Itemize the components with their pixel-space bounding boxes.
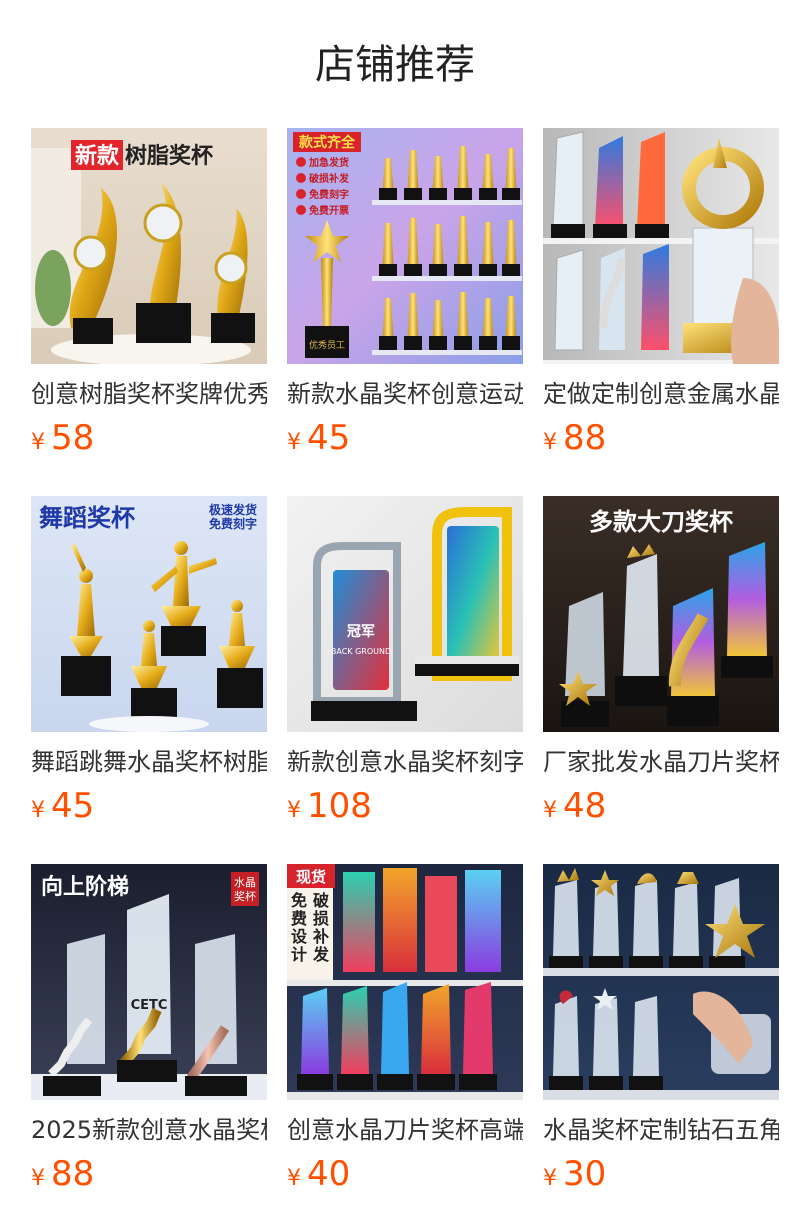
product-image[interactable]: 新款 树脂奖杯 <box>31 128 267 364</box>
price-amount: 58 <box>51 418 95 458</box>
price-amount: 45 <box>51 786 95 826</box>
svg-text:发: 发 <box>312 945 330 964</box>
product-card[interactable]: 舞蹈奖杯 极速发货 免费刻字 舞蹈跳舞水晶奖杯树脂少儿比赛 <box>31 496 267 864</box>
price-amount: 45 <box>307 418 351 458</box>
svg-text:破损补发: 破损补发 <box>309 172 350 185</box>
product-price: ¥88 <box>543 416 606 460</box>
product-card[interactable]: 水晶奖杯定制钻石五角星奖杯 ¥30 <box>543 864 779 1232</box>
svg-text:设: 设 <box>291 927 308 946</box>
price-amount: 108 <box>307 786 372 826</box>
currency-symbol: ¥ <box>31 430 45 455</box>
product-price: ¥58 <box>31 416 94 460</box>
product-card[interactable]: 定做定制创意金属水晶奖杯年会 ¥88 <box>543 128 779 496</box>
price-amount: 48 <box>563 786 607 826</box>
svg-text:现货: 现货 <box>296 868 326 886</box>
svg-text:损: 损 <box>313 909 329 928</box>
currency-symbol: ¥ <box>287 430 301 455</box>
svg-text:水晶: 水晶 <box>234 876 256 889</box>
currency-symbol: ¥ <box>543 430 557 455</box>
svg-text:免费刻字: 免费刻字 <box>209 516 257 531</box>
product-title[interactable]: 新款水晶奖杯创意运动会比赛奖品 <box>287 378 523 410</box>
price-amount: 40 <box>307 1154 351 1194</box>
product-price: ¥45 <box>31 784 94 828</box>
product-price: ¥108 <box>287 784 372 828</box>
svg-text:向上阶梯: 向上阶梯 <box>41 874 129 900</box>
price-amount: 30 <box>563 1154 607 1194</box>
svg-text:补: 补 <box>312 927 329 946</box>
currency-symbol: ¥ <box>287 798 301 823</box>
product-image[interactable]: 款式齐全 加急发货 破损补发 免费刻字 免费开票 优秀员工 <box>287 128 523 364</box>
svg-text:免费刻字: 免费刻字 <box>309 188 349 201</box>
product-image[interactable]: 多款大刀奖杯 <box>543 496 779 732</box>
product-card[interactable]: 现货 免 费 设 计 破 损 补 发 创意水晶刀片奖杯高端 ¥ 40 <box>287 864 523 1232</box>
product-grid: 新款 树脂奖杯 创意树脂奖杯奖牌优秀员工颁奖定制 ¥58 <box>31 128 779 1232</box>
product-image[interactable]: 冠军 BACK GROUND <box>287 496 523 732</box>
svg-text:极速发货: 极速发货 <box>209 502 257 517</box>
product-card[interactable]: 多款大刀奖杯 厂家批发水晶刀片奖杯定制刻字 ¥48 <box>543 496 779 864</box>
svg-text:计: 计 <box>291 945 307 964</box>
svg-text:加急发货: 加急发货 <box>308 156 349 169</box>
currency-symbol: ¥ <box>31 1166 45 1191</box>
currency-symbol: ¥ <box>31 798 45 823</box>
product-card[interactable]: 向上阶梯 水晶 奖杯 CETC 2025新款创意水晶奖杯阶梯定制 ¥88 <box>31 864 267 1232</box>
svg-text:优秀员工: 优秀员工 <box>309 339 345 351</box>
svg-text:CETC: CETC <box>131 998 168 1013</box>
page-title: 店铺推荐 <box>315 42 475 88</box>
product-card[interactable]: 新款 树脂奖杯 创意树脂奖杯奖牌优秀员工颁奖定制 ¥58 <box>31 128 267 496</box>
price-amount: 88 <box>563 418 607 458</box>
product-image[interactable] <box>543 128 779 364</box>
svg-text:破: 破 <box>313 891 329 910</box>
product-image[interactable] <box>543 864 779 1100</box>
product-title[interactable]: 创意水晶刀片奖杯高端定制刻字 <box>287 1114 523 1146</box>
svg-text:新款: 新款 <box>75 143 120 169</box>
svg-text:免: 免 <box>291 891 307 910</box>
svg-text:多款大刀奖杯: 多款大刀奖杯 <box>589 508 733 536</box>
product-card[interactable]: 款式齐全 加急发货 破损补发 免费刻字 免费开票 优秀员工 新款水晶奖杯创意运动… <box>287 128 523 496</box>
svg-text:款式齐全: 款式齐全 <box>299 134 356 151</box>
svg-text:奖杯: 奖杯 <box>234 889 256 903</box>
svg-text:树脂奖杯: 树脂奖杯 <box>125 143 213 169</box>
product-title[interactable]: 2025新款创意水晶奖杯阶梯定制 <box>31 1114 267 1146</box>
product-title[interactable]: 新款创意水晶奖杯刻字定制冠军 <box>287 746 523 778</box>
product-price: ¥45 <box>287 416 350 460</box>
svg-text:费: 费 <box>291 909 307 928</box>
product-price: ¥40 <box>287 1152 350 1196</box>
product-price: ¥88 <box>31 1152 94 1196</box>
svg-text:BACK GROUND: BACK GROUND <box>331 647 391 656</box>
product-image[interactable]: 现货 免 费 设 计 破 损 补 发 <box>287 864 523 1100</box>
price-amount: 88 <box>51 1154 95 1194</box>
product-image[interactable]: 舞蹈奖杯 极速发货 免费刻字 <box>31 496 267 732</box>
product-title[interactable]: 定做定制创意金属水晶奖杯年会 <box>543 378 779 410</box>
product-card[interactable]: 冠军 BACK GROUND 新款创意水晶奖杯刻字定制冠军 ¥108 <box>287 496 523 864</box>
product-price: ¥30 <box>543 1152 606 1196</box>
svg-text:舞蹈奖杯: 舞蹈奖杯 <box>39 504 135 532</box>
product-title[interactable]: 水晶奖杯定制钻石五角星奖杯 <box>543 1114 779 1146</box>
product-price: ¥48 <box>543 784 606 828</box>
currency-symbol: ¥ <box>287 1166 301 1191</box>
svg-text:冠军: 冠军 <box>347 624 375 640</box>
product-image[interactable]: 向上阶梯 水晶 奖杯 CETC <box>31 864 267 1100</box>
product-title[interactable]: 创意树脂奖杯奖牌优秀员工颁奖定制 <box>31 378 267 410</box>
currency-symbol: ¥ <box>543 798 557 823</box>
currency-symbol: ¥ <box>543 1166 557 1191</box>
product-title[interactable]: 舞蹈跳舞水晶奖杯树脂少儿比赛 <box>31 746 267 778</box>
svg-text:免费开票: 免费开票 <box>309 204 349 217</box>
product-title[interactable]: 厂家批发水晶刀片奖杯定制刻字 <box>543 746 779 778</box>
